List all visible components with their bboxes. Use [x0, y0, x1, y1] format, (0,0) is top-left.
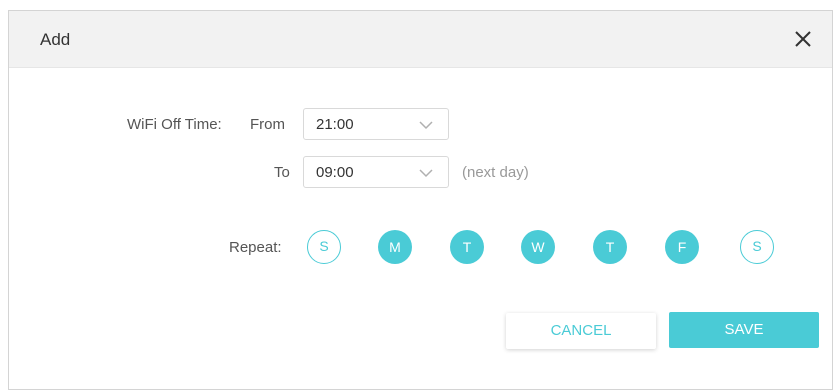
dialog-header: Add — [9, 11, 832, 68]
save-button[interactable]: SAVE — [669, 312, 819, 348]
day-toggle[interactable]: M — [378, 230, 412, 264]
close-icon[interactable] — [792, 28, 814, 50]
from-time-select[interactable]: 21:00 — [303, 108, 449, 140]
to-time-value: 09:00 — [316, 164, 354, 181]
day-toggle[interactable]: T — [450, 230, 484, 264]
cancel-button[interactable]: CANCEL — [506, 313, 656, 349]
to-label: To — [274, 164, 290, 181]
repeat-label: Repeat: — [229, 239, 282, 256]
day-toggle[interactable]: S — [740, 230, 774, 264]
next-day-hint: (next day) — [462, 164, 529, 181]
day-toggle[interactable]: F — [665, 230, 699, 264]
day-toggle[interactable]: W — [521, 230, 555, 264]
dialog-title: Add — [40, 30, 71, 49]
wifi-off-time-label: WiFi Off Time: — [127, 116, 222, 133]
chevron-down-icon — [419, 169, 433, 178]
day-toggle[interactable]: T — [593, 230, 627, 264]
from-time-value: 21:00 — [316, 116, 354, 133]
day-toggle[interactable]: S — [307, 230, 341, 264]
to-time-select[interactable]: 09:00 — [303, 156, 449, 188]
chevron-down-icon — [419, 121, 433, 130]
from-label: From — [250, 116, 285, 133]
add-schedule-dialog: Add WiFi Off Time: From 21:00 To 09:00 (… — [8, 10, 833, 390]
